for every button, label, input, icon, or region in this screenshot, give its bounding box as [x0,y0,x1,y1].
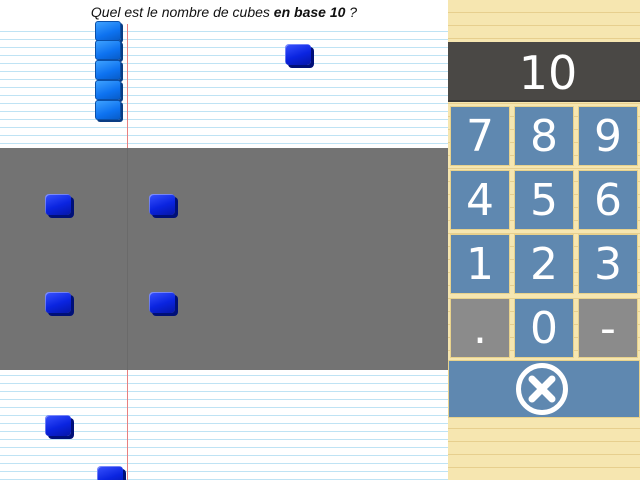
keypad-panel: 10 7 8 9 4 5 6 1 2 3 . 0 - [448,0,640,480]
unit-cube[interactable] [149,194,175,215]
key-9[interactable]: 9 [578,106,638,166]
clear-button[interactable] [448,360,640,418]
key-8[interactable]: 8 [514,106,574,166]
unit-cube[interactable] [45,194,71,215]
unit-cube[interactable] [285,44,311,65]
question-text: Quel est le nombre de cubes en base 10 ? [0,0,448,24]
rod-unit[interactable] [95,40,121,60]
key-4[interactable]: 4 [450,170,510,230]
question-emphasis: en base 10 [273,4,346,20]
unit-cube[interactable] [97,466,123,480]
key-7[interactable]: 7 [450,106,510,166]
key-0[interactable]: 0 [514,298,574,358]
key-6[interactable]: 6 [578,170,638,230]
answer-display: 10 [448,42,640,102]
rod-unit[interactable] [95,100,121,120]
gray-drop-zone [0,148,448,370]
rod-unit[interactable] [95,80,121,100]
unit-cube[interactable] [45,292,71,313]
rod-unit[interactable] [95,60,121,80]
work-area: Quel est le nombre de cubes en base 10 ? [0,0,448,480]
rod-unit[interactable] [95,21,121,41]
key-decimal-point[interactable]: . [450,298,510,358]
key-minus[interactable]: - [578,298,638,358]
key-2[interactable]: 2 [514,234,574,294]
key-3[interactable]: 3 [578,234,638,294]
question-prefix: Quel est le nombre de cubes [90,4,274,20]
band-divider-line [127,148,128,370]
unit-cube[interactable] [45,415,71,436]
unit-cube[interactable] [149,292,175,313]
key-1[interactable]: 1 [450,234,510,294]
question-suffix: ? [345,4,358,20]
close-circle-icon [516,363,568,415]
key-5[interactable]: 5 [514,170,574,230]
